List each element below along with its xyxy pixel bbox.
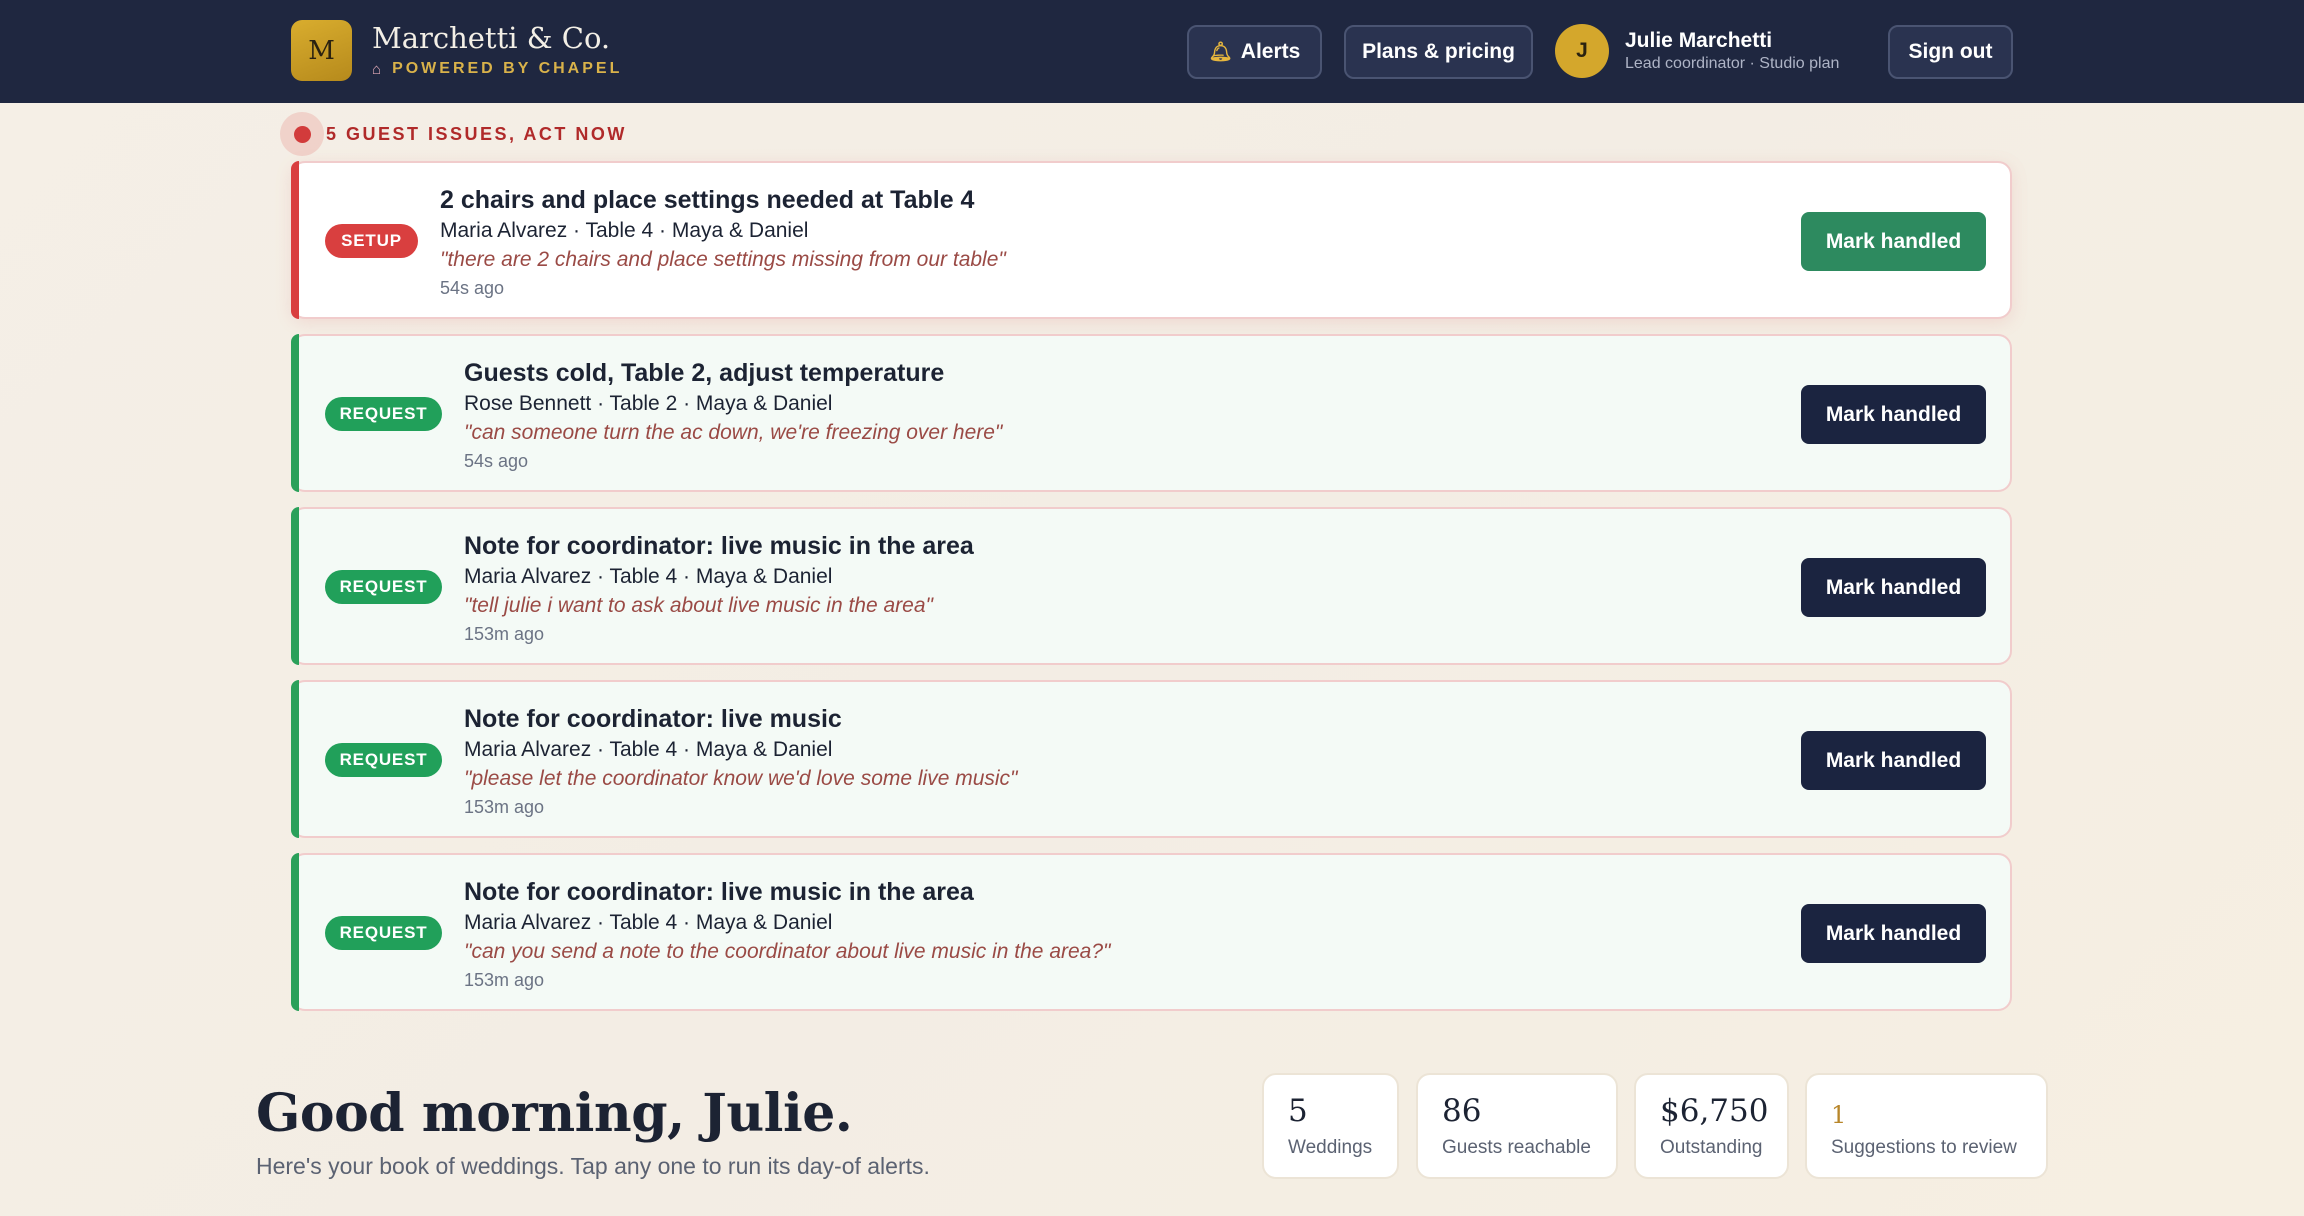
issue-title: 2 chairs and place settings needed at Ta… <box>440 186 975 214</box>
issue-body: Note for coordinator: live music Maria A… <box>464 704 1018 818</box>
issue-timestamp: 153m ago <box>464 797 545 817</box>
issue-card-request[interactable]: REQUEST Guests cold, Table 2, adjust tem… <box>291 334 2012 492</box>
user-name: Julie Marchetti <box>1625 28 1773 52</box>
stat-value: 1 <box>1831 1101 1847 1129</box>
category-badge: REQUEST <box>325 916 442 950</box>
issue-card-request[interactable]: REQUEST Note for coordinator: live music… <box>291 507 2012 665</box>
page-subtitle: Here's your book of weddings. Tap any on… <box>256 1153 930 1179</box>
bell-icon: 🔔︎ <box>1208 42 1233 63</box>
stat-suggestions[interactable]: 1 Suggestions to review <box>1805 1073 2048 1179</box>
user-text: Julie Marchetti Lead coordinator · Studi… <box>1625 29 1839 73</box>
guest-issues-heading: 5 GUEST ISSUES, ACT NOW <box>280 112 627 156</box>
issue-meta: Maria Alvarez · Table 4 · Maya & Daniel <box>464 565 833 588</box>
card-accent-bar <box>291 853 299 1011</box>
stat-value: $6,750 <box>1660 1093 1769 1129</box>
issue-meta: Rose Bennett · Table 2 · Maya & Daniel <box>464 392 833 415</box>
issue-body: 2 chairs and place settings needed at Ta… <box>440 185 1006 299</box>
mark-handled-button[interactable]: Mark handled <box>1801 904 1986 963</box>
stat-value: 5 <box>1288 1093 1308 1129</box>
stat-label: Weddings <box>1288 1137 1373 1158</box>
stat-label: Outstanding <box>1660 1137 1763 1158</box>
issue-body: Note for coordinator: live music in the … <box>464 531 974 645</box>
issue-quote: "there are 2 chairs and place settings m… <box>440 248 1006 271</box>
card-accent-bar <box>291 507 299 665</box>
category-badge: REQUEST <box>325 743 442 777</box>
alerts-button[interactable]: 🔔︎ Alerts <box>1187 25 1322 79</box>
issue-timestamp: 54s ago <box>464 451 529 471</box>
issue-quote: "can someone turn the ac down, we're fre… <box>464 421 1003 444</box>
issue-meta: Maria Alvarez · Table 4 · Maya & Daniel <box>440 219 809 242</box>
issue-timestamp: 54s ago <box>440 278 505 298</box>
brand-logo: M <box>291 20 352 81</box>
chapel-icon: ⌂ <box>372 60 385 78</box>
issue-quote: "can you send a note to the coordinator … <box>464 940 1111 963</box>
brand-sub-label: POWERED BY CHAPEL <box>392 60 623 78</box>
brand-powered-by: ⌂ POWERED BY CHAPEL <box>372 60 622 78</box>
card-accent-bar <box>291 161 299 319</box>
mark-handled-button[interactable]: Mark handled <box>1801 558 1986 617</box>
issue-body: Guests cold, Table 2, adjust temperature… <box>464 358 1002 472</box>
issue-title: Note for coordinator: live music <box>464 705 842 733</box>
issue-card-request[interactable]: REQUEST Note for coordinator: live music… <box>291 853 2012 1011</box>
issue-timestamp: 153m ago <box>464 970 545 990</box>
plans-pricing-button[interactable]: Plans & pricing <box>1344 25 1533 79</box>
stat-weddings[interactable]: 5 Weddings <box>1262 1073 1399 1179</box>
issue-card-request[interactable]: REQUEST Note for coordinator: live music… <box>291 680 2012 838</box>
card-accent-bar <box>291 334 299 492</box>
stat-label: Suggestions to review <box>1831 1137 2017 1158</box>
category-badge: SETUP <box>325 224 418 258</box>
stat-value: 86 <box>1442 1093 1482 1129</box>
issue-quote: "tell julie i want to ask about live mus… <box>464 594 933 617</box>
issue-meta: Maria Alvarez · Table 4 · Maya & Daniel <box>464 738 833 761</box>
category-badge: REQUEST <box>325 570 442 604</box>
alert-pulse-icon <box>280 112 324 156</box>
mark-handled-button[interactable]: Mark handled <box>1801 212 1986 271</box>
card-accent-bar <box>291 680 299 838</box>
stat-label: Guests reachable <box>1442 1137 1591 1158</box>
issue-title: Note for coordinator: live music in the … <box>464 532 974 560</box>
issue-card-setup[interactable]: SETUP 2 chairs and place settings needed… <box>291 161 2012 319</box>
issue-body: Note for coordinator: live music in the … <box>464 877 1110 991</box>
stat-outstanding[interactable]: $6,750 Outstanding <box>1634 1073 1789 1179</box>
mark-handled-button[interactable]: Mark handled <box>1801 731 1986 790</box>
category-badge: REQUEST <box>325 397 442 431</box>
stat-guests-reachable[interactable]: 86 Guests reachable <box>1416 1073 1618 1179</box>
issues-count-label: 5 GUEST ISSUES, ACT NOW <box>326 123 627 144</box>
brand-name: Marchetti & Co. <box>372 20 611 55</box>
issue-timestamp: 153m ago <box>464 624 545 644</box>
avatar: J <box>1555 24 1609 78</box>
mark-handled-button[interactable]: Mark handled <box>1801 385 1986 444</box>
issue-title: Note for coordinator: live music in the … <box>464 878 974 906</box>
top-bar: M Marchetti & Co. ⌂ POWERED BY CHAPEL 🔔︎… <box>0 0 2304 103</box>
user-profile[interactable]: J Julie Marchetti Lead coordinator · Stu… <box>1555 24 1839 78</box>
brand[interactable]: M Marchetti & Co. ⌂ POWERED BY CHAPEL <box>291 20 622 81</box>
sign-out-button[interactable]: Sign out <box>1888 25 2013 79</box>
alerts-label: Alerts <box>1240 40 1301 63</box>
page-title: Good morning, Julie. <box>256 1083 853 1144</box>
issue-title: Guests cold, Table 2, adjust temperature <box>464 359 945 387</box>
issue-quote: "please let the coordinator know we'd lo… <box>464 767 1018 790</box>
user-role: Lead coordinator · Studio plan <box>1625 55 1840 73</box>
brand-text: Marchetti & Co. ⌂ POWERED BY CHAPEL <box>372 20 622 79</box>
issue-meta: Maria Alvarez · Table 4 · Maya & Daniel <box>464 911 833 934</box>
